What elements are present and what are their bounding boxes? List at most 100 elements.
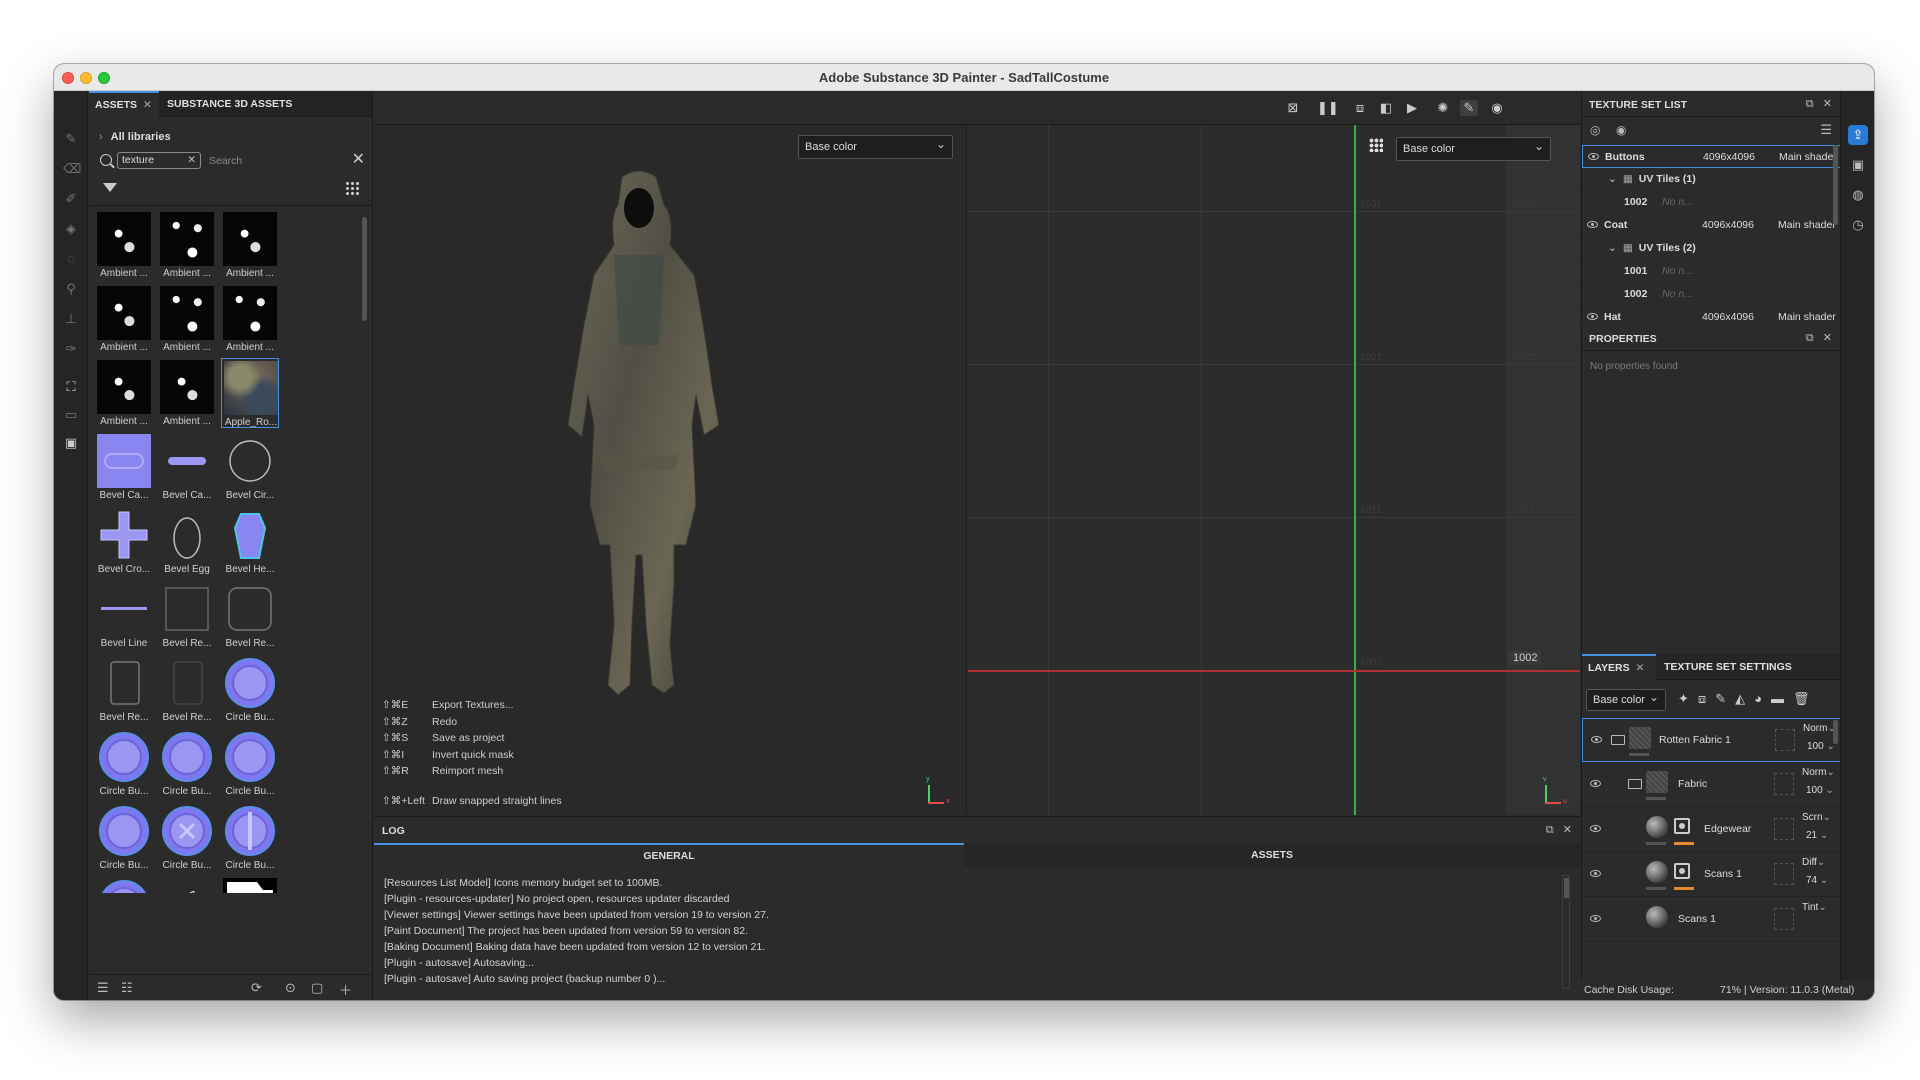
asset-thumbnail[interactable]: Apple_Ro...: [221, 358, 279, 428]
viewport-2d[interactable]: 1031 1032 1021 1022 1011 1012 1001 1002 …: [968, 125, 1580, 815]
add-folder-icon[interactable]: ▬: [1771, 691, 1793, 706]
asset-thumbnail[interactable]: Bevel Cro...: [95, 506, 153, 576]
bake-tool-icon[interactable]: ▣: [63, 435, 79, 451]
opacity-select[interactable]: 74 ⌄: [1806, 875, 1828, 886]
tab-log-assets[interactable]: ASSETS: [964, 843, 1580, 867]
asset-thumbnail[interactable]: Bevel Re...: [158, 654, 216, 724]
asset-thumbnail[interactable]: Ambient ...: [158, 210, 216, 280]
tab-layers-close-icon[interactable]: ✕: [1636, 662, 1645, 674]
list-view-icon[interactable]: ☰: [97, 980, 109, 996]
paint-brush-tool-icon[interactable]: ✎: [63, 131, 79, 147]
close-panel-icon[interactable]: ✕: [1563, 824, 1572, 836]
asset-thumbnail[interactable]: Bevel Line: [95, 580, 153, 650]
mask-icon[interactable]: [1674, 818, 1690, 834]
eye-icon[interactable]: [1590, 825, 1601, 832]
pause-icon[interactable]: ❚❚: [1317, 100, 1339, 116]
float-panel-icon[interactable]: ⧉: [1546, 824, 1554, 836]
asset-thumbnail[interactable]: Circle Bu...: [158, 802, 216, 872]
eye-icon[interactable]: [1590, 915, 1601, 922]
add-effect-icon[interactable]: ✦: [1678, 691, 1698, 706]
texture-set-row[interactable]: Hat 4096x4096 Main shader: [1582, 306, 1841, 324]
environment-icon[interactable]: ✺: [1434, 100, 1452, 116]
menu-icon[interactable]: ☰: [1820, 122, 1832, 138]
asset-thumbnail[interactable]: Circle Bu...: [95, 728, 153, 798]
tab-texture-set-settings[interactable]: TEXTURE SET SETTINGS: [1658, 654, 1798, 680]
close-panel-icon[interactable]: ✕: [1823, 332, 1832, 344]
asset-scrollbar[interactable]: [362, 217, 367, 321]
display-mode-icon[interactable]: ◧: [1377, 100, 1395, 116]
delete-layer-icon[interactable]: 🗑: [1793, 691, 1819, 706]
asset-thumbnail[interactable]: Bevel Re...: [95, 654, 153, 724]
blend-mode-select[interactable]: Scrn⌄: [1802, 812, 1831, 823]
filter-icon[interactable]: [103, 183, 117, 192]
symmetry-icon[interactable]: ⧈: [1351, 100, 1369, 116]
search-input[interactable]: [209, 152, 329, 169]
asset-thumbnail[interactable]: Bevel He...: [221, 506, 279, 576]
search-filter-chip[interactable]: texture ✕: [117, 152, 201, 169]
layer-row[interactable]: Scans 1 Tint⌄: [1582, 898, 1841, 942]
blend-mode-select[interactable]: Norm⌄: [1803, 723, 1836, 734]
layer-row[interactable]: Rotten Fabric 1 Norm⌄ 100 ⌄: [1582, 718, 1841, 762]
color-picker-tool-icon[interactable]: ✑: [63, 341, 79, 357]
tab-substance-3d-assets[interactable]: SUBSTANCE 3D ASSETS: [161, 91, 298, 117]
blend-mode-select[interactable]: Diff⌄: [1802, 857, 1825, 868]
close-panel-icon[interactable]: ✕: [1823, 98, 1832, 110]
uv-tiles-row[interactable]: ⌄ ▦ UV Tiles (1): [1582, 168, 1841, 191]
detail-view-icon[interactable]: ☷: [121, 980, 133, 996]
eye-icon[interactable]: [1587, 221, 1598, 228]
export-icon[interactable]: ⇪: [1848, 125, 1868, 145]
camera-icon[interactable]: ▶: [1403, 100, 1421, 116]
tab-assets-close-icon[interactable]: ✕: [143, 99, 152, 111]
uv-tile-row[interactable]: 1002 No n...: [1582, 283, 1841, 306]
stamp-tool-icon[interactable]: ⊥: [63, 311, 79, 327]
asset-thumbnail[interactable]: Ambient ...: [221, 210, 279, 280]
mask-icon[interactable]: [1674, 863, 1690, 879]
asset-thumbnail[interactable]: Circle Bu...: [95, 802, 153, 872]
refresh-icon[interactable]: ⟳: [251, 980, 262, 996]
asset-thumbnail[interactable]: Bevel Re...: [221, 580, 279, 650]
viewport-3d[interactable]: Base color ⇧⌘EExport Textures...⇧⌘ZRedo⇧…: [374, 125, 967, 815]
opacity-select[interactable]: 21 ⌄: [1806, 830, 1828, 841]
asset-thumbnail[interactable]: Ambient ...: [95, 284, 153, 354]
blend-mode-select[interactable]: Norm⌄: [1802, 767, 1835, 778]
asset-thumbnail[interactable]: Ambient ...: [95, 210, 153, 280]
asset-thumbnail[interactable]: Circle Bu...: [221, 802, 279, 872]
eye-icon[interactable]: [1587, 313, 1598, 320]
blend-mode-select[interactable]: Tint⌄: [1802, 902, 1827, 913]
layers-scrollbar[interactable]: [1833, 720, 1838, 744]
layer-row[interactable]: Fabric Norm⌄ 100 ⌄: [1582, 763, 1841, 807]
asset-thumbnail[interactable]: Ambient ...: [158, 284, 216, 354]
clear-search-icon[interactable]: ✕: [352, 149, 365, 169]
eye-icon[interactable]: [1591, 736, 1602, 743]
asset-thumbnail[interactable]: Bevel Re...: [158, 580, 216, 650]
asset-thumbnail[interactable]: 2Color Ma...: [221, 876, 279, 893]
uv-tile-row[interactable]: 1001 No n...: [1582, 260, 1841, 283]
eraser-tool-icon[interactable]: ⌫: [63, 161, 81, 177]
history-panel-icon[interactable]: ◷: [1848, 215, 1868, 235]
eye-icon[interactable]: [1590, 870, 1601, 877]
uv-tile-row[interactable]: 1002 No n...: [1582, 191, 1841, 214]
add-icon[interactable]: ＋: [339, 980, 352, 999]
layer-row[interactable]: Scans 1 Diff⌄ 74 ⌄: [1582, 853, 1841, 897]
asset-thumbnail[interactable]: 1Color Ma...: [158, 876, 216, 894]
geometry-fill-tool-icon[interactable]: ◈: [63, 221, 79, 237]
grid-view-icon[interactable]: [345, 181, 360, 196]
float-panel-icon[interactable]: ⧉: [1806, 98, 1814, 110]
texture-set-row[interactable]: Buttons 4096x4096 Main shader: [1582, 145, 1841, 168]
projection-tool-icon[interactable]: ✐: [63, 191, 79, 207]
hide-ui-icon[interactable]: ⊠: [1284, 100, 1302, 116]
asset-thumbnail[interactable]: Circle Bu...: [95, 876, 153, 893]
asset-thumbnail[interactable]: Circle Bu...: [221, 728, 279, 798]
texture-set-row[interactable]: Coat 4096x4096 Main shader: [1582, 214, 1841, 237]
asset-thumbnail[interactable]: Bevel Cir...: [221, 432, 279, 502]
screenshot-icon[interactable]: ◉: [1488, 100, 1506, 116]
visibility-toggle-icon[interactable]: ◎: [1590, 123, 1600, 137]
eye-icon[interactable]: [1588, 153, 1599, 160]
smart-mask-icon[interactable]: ◕: [1754, 691, 1771, 706]
history-icon[interactable]: ⊙: [285, 980, 296, 996]
chip-close-icon[interactable]: ✕: [187, 153, 196, 168]
show-all-icon[interactable]: ◉: [1616, 123, 1626, 137]
tab-layers[interactable]: LAYERS ✕: [1582, 654, 1656, 680]
tab-log-general[interactable]: GENERAL: [374, 843, 964, 867]
asset-thumbnail[interactable]: Ambient ...: [95, 358, 153, 428]
